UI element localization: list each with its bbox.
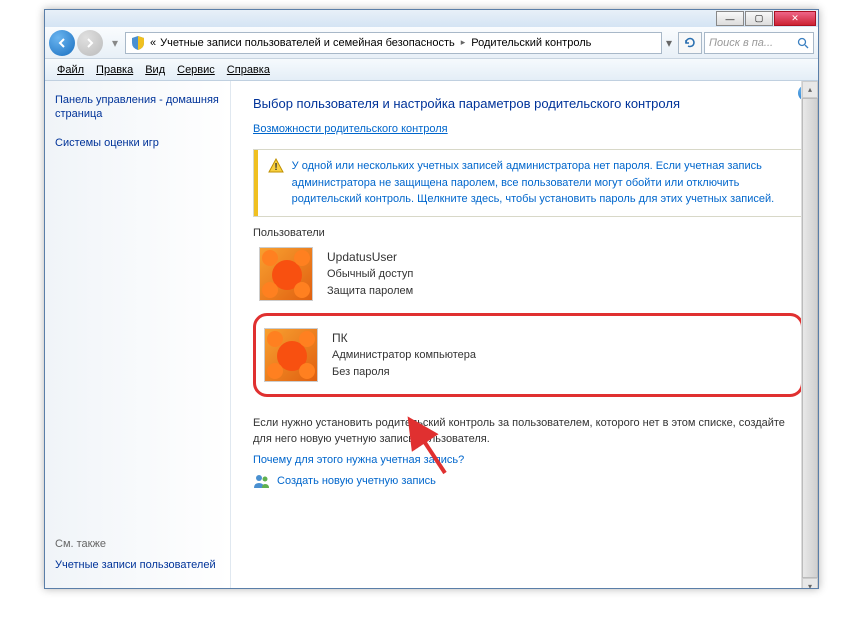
content-area: ? Выбор пользователя и настройка парамет… xyxy=(231,81,818,588)
users-section-label: Пользователи xyxy=(253,227,804,239)
titlebar: — ▢ ✕ xyxy=(45,10,818,27)
highlighted-user: ПК Администратор компьютера Без пароля xyxy=(253,313,804,397)
user-role: Администратор компьютера xyxy=(332,347,476,364)
why-account-link[interactable]: Почему для этого нужна учетная запись? xyxy=(253,454,804,466)
shield-icon xyxy=(130,35,146,51)
menubar: Файл Правка Вид Сервис Справка xyxy=(45,59,818,81)
menu-edit[interactable]: Правка xyxy=(90,62,139,78)
scroll-down-button[interactable]: ▾ xyxy=(802,578,818,588)
user-password-status: Без пароля xyxy=(332,364,476,381)
note-text: Если нужно установить родительский контр… xyxy=(253,415,804,448)
user-item-updatus[interactable]: UpdatusUser Обычный доступ Защита пароле… xyxy=(253,239,804,309)
sidebar-seealso-label: См. также xyxy=(55,538,220,550)
user-name: ПК xyxy=(332,329,476,347)
address-bar[interactable]: « Учетные записи пользователей и семейна… xyxy=(125,32,662,54)
scroll-up-button[interactable]: ▴ xyxy=(802,81,818,98)
warning-text[interactable]: У одной или нескольких учетных записей а… xyxy=(292,158,793,208)
user-role: Обычный доступ xyxy=(327,266,413,283)
page-heading: Выбор пользователя и настройка параметро… xyxy=(253,95,804,113)
minimize-button[interactable]: — xyxy=(716,11,744,26)
back-button[interactable] xyxy=(49,30,75,56)
create-account-link[interactable]: Создать новую учетную запись xyxy=(277,475,436,487)
sidebar-ratings-link[interactable]: Системы оценки игр xyxy=(55,136,220,150)
avatar xyxy=(259,247,313,301)
navbar: ▾ « Учетные записи пользователей и семей… xyxy=(45,27,818,59)
menu-help[interactable]: Справка xyxy=(221,62,276,78)
user-password-status: Защита паролем xyxy=(327,283,413,300)
search-placeholder: Поиск в па... xyxy=(709,37,773,49)
avatar xyxy=(264,328,318,382)
user-item-pk[interactable]: ПК Администратор компьютера Без пароля xyxy=(258,320,799,390)
warning-icon: ! xyxy=(268,158,284,174)
scrollbar[interactable]: ▴ ▾ xyxy=(801,81,818,588)
warning-box[interactable]: ! У одной или нескольких учетных записей… xyxy=(253,149,804,217)
sidebar: Панель управления - домашняя страница Си… xyxy=(45,81,231,588)
control-panel-window: — ▢ ✕ ▾ « Учетные записи пользователей и… xyxy=(44,9,819,589)
menu-file[interactable]: Файл xyxy=(51,62,90,78)
search-input[interactable]: Поиск в па... xyxy=(704,32,814,54)
close-button[interactable]: ✕ xyxy=(774,11,816,26)
main-area: Панель управления - домашняя страница Си… xyxy=(45,81,818,588)
capabilities-link[interactable]: Возможности родительского контроля xyxy=(253,123,804,135)
maximize-button[interactable]: ▢ xyxy=(745,11,773,26)
address-prefix: « xyxy=(150,37,156,49)
address-dropdown-icon[interactable]: ▾ xyxy=(662,36,676,50)
menu-view[interactable]: Вид xyxy=(139,62,171,78)
forward-button xyxy=(77,30,103,56)
sidebar-accounts-link[interactable]: Учетные записи пользователей xyxy=(55,558,220,572)
scroll-thumb[interactable] xyxy=(802,98,818,578)
chevron-right-icon: ▸ xyxy=(461,37,466,48)
menu-tools[interactable]: Сервис xyxy=(171,62,221,78)
breadcrumb-1[interactable]: Учетные записи пользователей и семейная … xyxy=(160,37,455,49)
refresh-button[interactable] xyxy=(678,32,702,54)
sidebar-home-link[interactable]: Панель управления - домашняя страница xyxy=(55,93,220,122)
svg-text:!: ! xyxy=(274,162,277,173)
breadcrumb-2[interactable]: Родительский контроль xyxy=(471,37,591,49)
nav-dropdown-icon[interactable]: ▾ xyxy=(109,33,121,53)
user-name: UpdatusUser xyxy=(327,248,413,266)
users-icon xyxy=(253,472,271,490)
